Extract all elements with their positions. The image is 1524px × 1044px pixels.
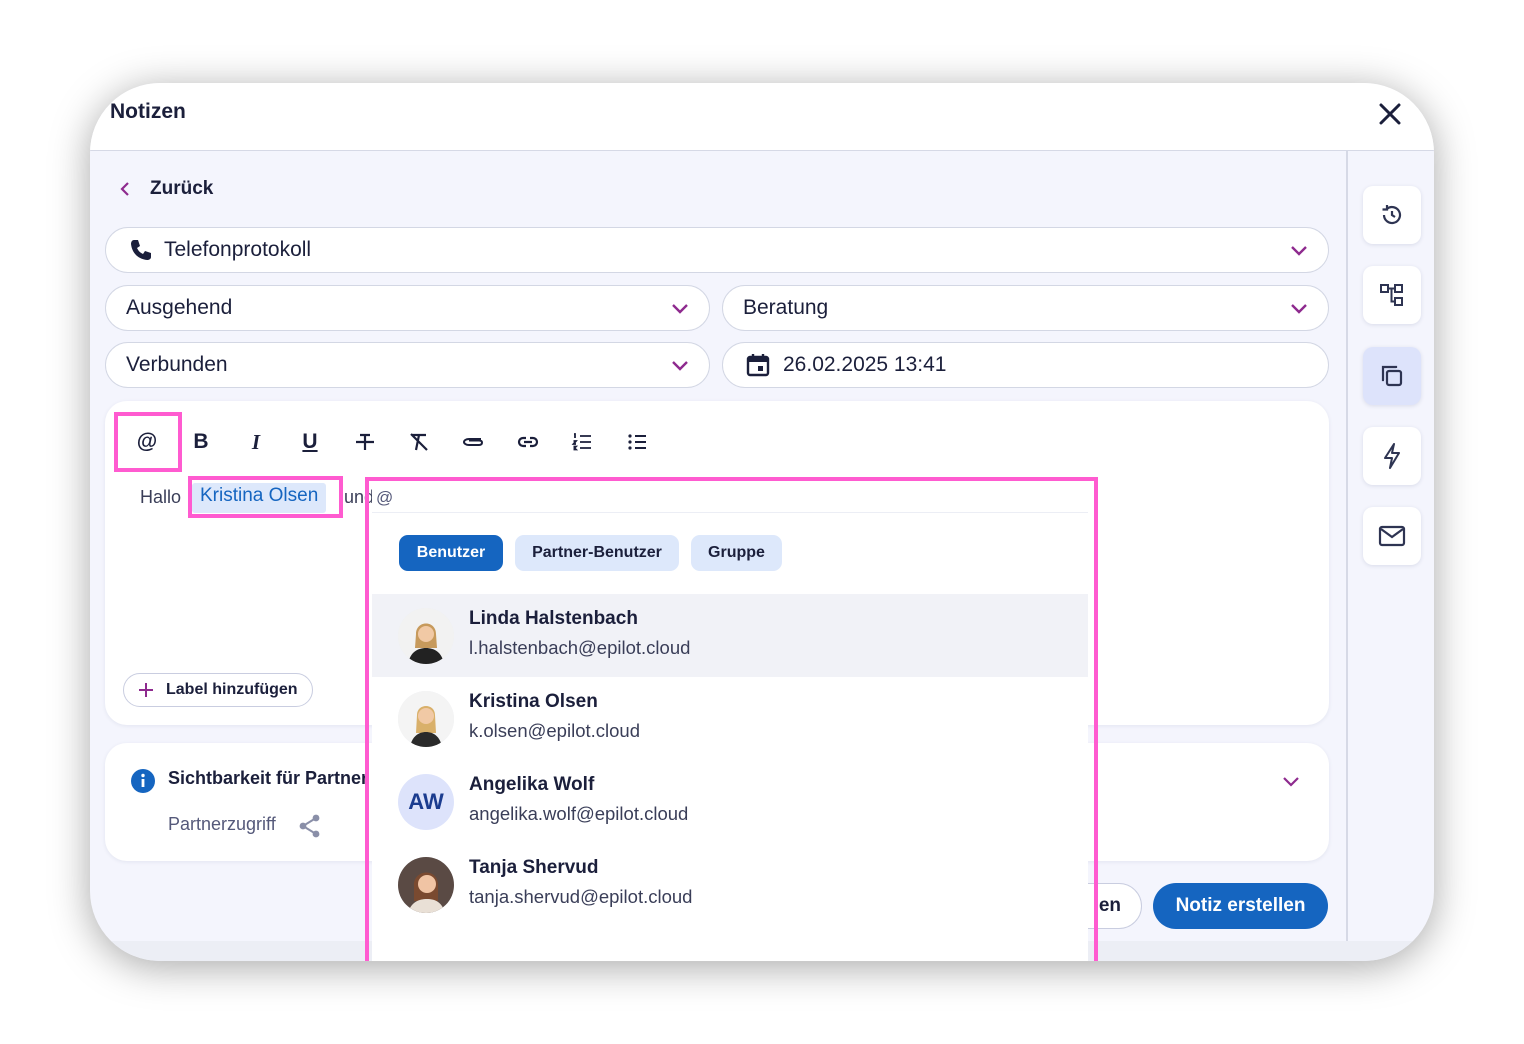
visibility-subtitle: Partnerzugriff [168,814,276,834]
share-icon [299,814,320,838]
bullet-list-icon [628,434,646,450]
add-label-text: Label hinzufügen [166,681,298,698]
underline-button[interactable]: U [293,425,327,459]
add-label-button[interactable]: Label hinzufügen [123,673,313,707]
back-label: Zurück [150,178,214,199]
copy-icon [1381,365,1403,387]
highlight-mention-chip [188,476,343,518]
direction-value: Ausgehend [126,296,233,319]
plus-icon [139,683,153,697]
direction-select[interactable]: Ausgehend [105,285,710,331]
italic-button[interactable]: I [239,425,273,459]
automation-button[interactable] [1363,427,1421,485]
close-icon [1379,103,1401,125]
chevron-down-icon [1291,304,1307,314]
phone-icon [131,240,151,260]
create-note-button[interactable]: Notiz erstellen [1153,883,1328,929]
lightning-icon [1384,443,1400,469]
category-select[interactable]: Beratung [722,285,1329,331]
link-button[interactable] [511,425,545,459]
status-select[interactable]: Verbunden [105,342,710,388]
note-type-value: Telefonprotokoll [164,238,312,261]
hierarchy-button[interactable] [1363,266,1421,324]
back-link[interactable]: Zurück [118,178,213,200]
bullet-list-button[interactable] [620,425,654,459]
dialog-header: Notizen [90,83,1434,151]
email-button[interactable] [1363,507,1421,565]
datetime-value: 26.02.2025 13:41 [783,353,947,376]
history-button[interactable] [1363,186,1421,244]
chevron-down-icon [672,304,688,314]
link-icon [517,436,539,448]
chevron-down-icon [672,361,688,371]
strikethrough-icon [356,433,374,450]
strikethrough-button[interactable] [348,425,382,459]
info-icon [131,769,155,793]
chevron-down-icon[interactable] [1280,770,1302,792]
status-value: Verbunden [126,353,228,376]
mail-icon [1378,525,1406,547]
highlight-mention-button [114,412,182,472]
hierarchy-icon [1380,284,1403,306]
paperclip-icon [462,438,484,446]
close-button[interactable] [1374,98,1406,130]
editor-text-before: Hallo [140,487,182,507]
note-type-select[interactable]: Telefonprotokoll [105,227,1329,273]
attach-button[interactable] [456,425,490,459]
chevron-down-icon [1291,246,1307,256]
copy-button[interactable] [1363,347,1421,405]
datetime-field[interactable]: 26.02.2025 13:41 [722,342,1329,388]
chevron-left-icon [120,182,129,196]
dialog-title: Notizen [110,100,186,123]
ordered-list-button[interactable] [565,425,599,459]
ordered-list-icon [571,433,591,451]
category-value: Beratung [743,296,829,319]
clear-format-icon [410,433,428,451]
visibility-title: Sichtbarkeit für Partner [168,768,369,788]
bold-button[interactable]: B [184,425,218,459]
clear-format-button[interactable] [402,425,436,459]
highlight-mention-dropdown [365,477,1098,961]
history-icon [1382,205,1402,225]
calendar-icon [746,354,770,377]
sidebar-divider [1346,151,1348,941]
notes-dialog: Notizen Zurück Telefonprotokoll Ausgehen… [90,83,1434,961]
